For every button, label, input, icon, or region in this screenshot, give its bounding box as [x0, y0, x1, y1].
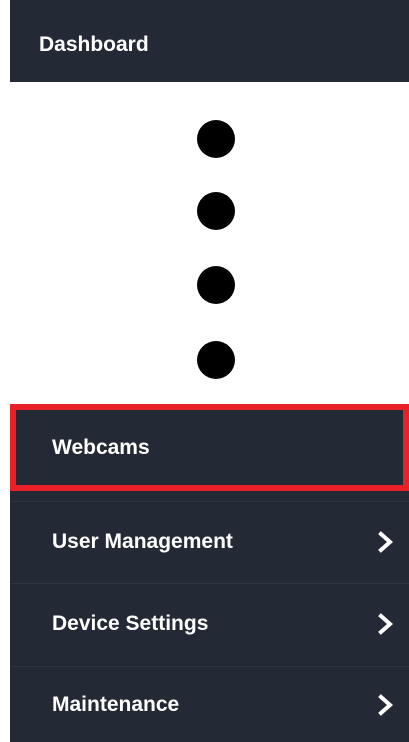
- sidebar-item-webcams[interactable]: Webcams: [10, 404, 409, 491]
- sidebar-item-dashboard[interactable]: Dashboard: [10, 0, 409, 82]
- chevron-right-icon: [377, 612, 395, 635]
- sidebar-screenshot: Dashboard Webcams User Management Device…: [0, 0, 409, 742]
- sidebar-item-device-settings[interactable]: Device Settings: [10, 583, 409, 663]
- sidebar-item-label: Maintenance: [52, 692, 180, 716]
- chevron-right-icon: [377, 530, 395, 553]
- sidebar-item-label: User Management: [52, 529, 233, 553]
- ellipsis-dot: [197, 341, 235, 379]
- sidebar-item-label: Device Settings: [52, 611, 209, 635]
- sidebar-menu: Webcams User Management Device Settings …: [10, 404, 409, 742]
- sidebar-item-label: Dashboard: [39, 33, 149, 56]
- sidebar-item-user-management[interactable]: User Management: [10, 501, 409, 581]
- ellipsis-dot: [197, 120, 235, 158]
- chevron-right-icon: [377, 693, 395, 716]
- ellipsis-dot: [197, 192, 235, 230]
- ellipsis-dot: [197, 266, 235, 304]
- vertical-ellipsis-icon: [0, 96, 409, 392]
- sidebar-item-label: Webcams: [52, 435, 150, 459]
- sidebar-item-maintenance[interactable]: Maintenance: [10, 666, 409, 742]
